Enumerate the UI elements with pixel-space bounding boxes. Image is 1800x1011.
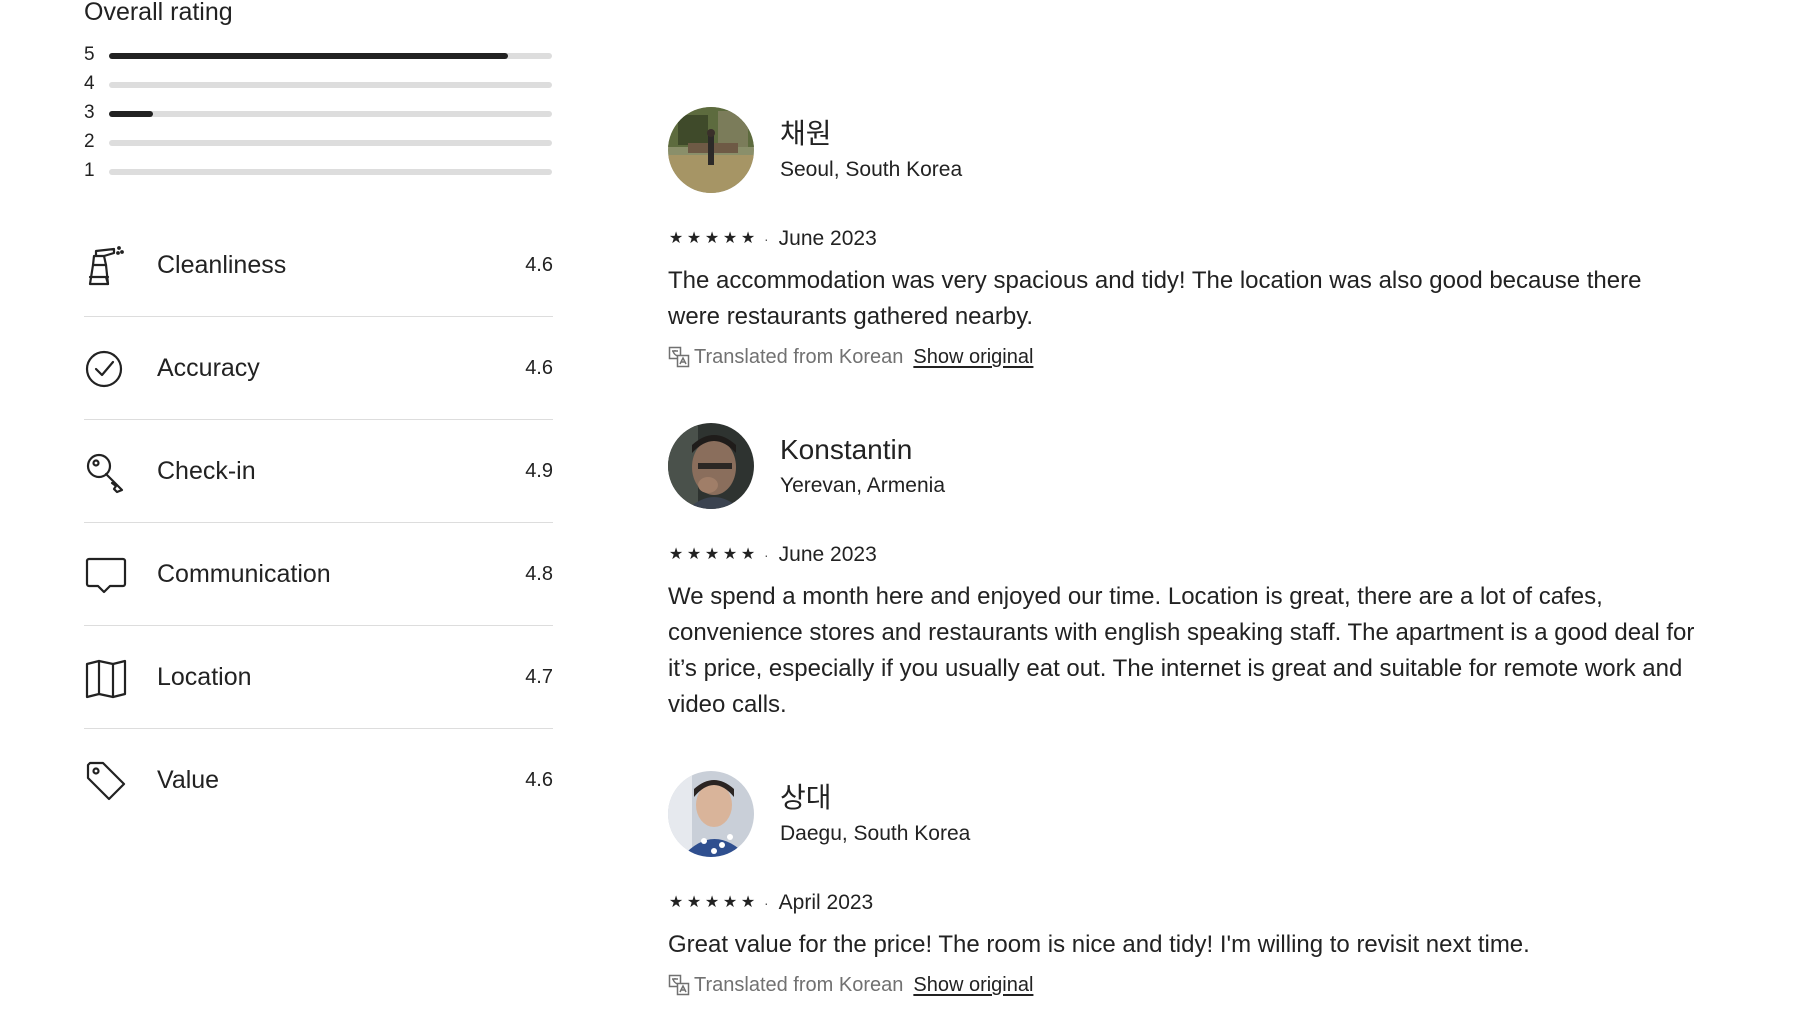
star-icon: ★ (686, 230, 702, 247)
review-text: We spend a month here and enjoyed our ti… (668, 583, 1695, 718)
star-rating: ★ ★ ★ ★ ★ (668, 895, 756, 911)
separator-dot: · (764, 895, 769, 911)
star-icon: ★ (704, 546, 720, 563)
rating-bar-track (109, 53, 552, 59)
check-circle-icon (84, 347, 128, 391)
reviewer-name: 채원 (780, 118, 832, 149)
star-icon: ★ (668, 230, 684, 247)
separator-dot: · (764, 231, 769, 247)
translate-icon (668, 346, 690, 368)
rating-row-label: 3 (84, 102, 95, 123)
translation-note: Translated from Korean Show original (668, 345, 1718, 369)
star-icon: ★ (686, 546, 702, 563)
rating-bar-track (109, 111, 552, 117)
spray-bottle-icon (84, 244, 128, 288)
category-score: 4.6 (525, 254, 553, 276)
review-date: April 2023 (778, 891, 874, 914)
review-card: 상대 Daegu, South Korea ★ ★ ★ ★ ★ · April 2023… (668, 771, 1718, 1011)
review-text: The accommodation was very spacious and … (668, 267, 1642, 330)
category-row-accuracy: Accuracy 4.6 (84, 317, 553, 420)
translation-note: Translated from Korean Show original (668, 973, 1718, 997)
category-label: Value (157, 766, 220, 794)
rating-row-label: 5 (84, 44, 95, 65)
map-icon (84, 656, 128, 700)
rating-row-5: 5 (84, 42, 553, 71)
category-label: Accuracy (157, 354, 260, 382)
category-label: Location (157, 663, 252, 691)
category-score: 4.7 (525, 666, 553, 688)
review-header: 상대 Daegu, South Korea (668, 771, 1718, 857)
review-meta: ★ ★ ★ ★ ★ · June 2023 (668, 227, 1718, 251)
star-icon: ★ (704, 894, 720, 911)
category-score: 4.6 (525, 769, 553, 791)
review-meta: ★ ★ ★ ★ ★ · June 2023 (668, 543, 1718, 567)
rating-row-4: 4 (84, 71, 553, 100)
star-icon: ★ (686, 894, 702, 911)
review-meta: ★ ★ ★ ★ ★ · April 2023 (668, 891, 1718, 915)
star-rating: ★ ★ ★ ★ ★ (668, 547, 756, 563)
translate-icon (668, 974, 690, 996)
rating-bar-fill (109, 53, 508, 59)
key-icon (84, 450, 128, 494)
review-date: June 2023 (778, 543, 877, 566)
translated-from-label: Translated from Korean (694, 974, 904, 996)
category-row-value: Value 4.6 (84, 729, 553, 832)
review-date: June 2023 (778, 227, 877, 250)
category-score: 4.6 (525, 357, 553, 379)
star-icon: ★ (740, 546, 756, 563)
reviewer-name: Konstantin (780, 434, 913, 465)
rating-distribution: 5 4 3 2 1 (84, 42, 553, 187)
rating-bar-track (109, 140, 552, 146)
reviewer-name: 상대 (780, 782, 832, 813)
rating-bar-fill (109, 111, 154, 117)
review-list: 채원 Seoul, South Korea ★ ★ ★ ★ ★ · June 2023 … (668, 107, 1718, 1011)
review-card: Konstantin Yerevan, Armenia ★ ★ ★ ★ ★ · June… (668, 423, 1718, 771)
tag-icon (84, 759, 128, 803)
category-label: Check-in (157, 457, 256, 485)
reviewer-location: Daegu, South Korea (780, 822, 971, 845)
show-original-link[interactable]: Show original (913, 345, 1033, 369)
star-icon: ★ (722, 546, 738, 563)
category-score: 4.9 (525, 460, 553, 482)
rating-bar-track (109, 169, 552, 175)
chat-bubble-icon (84, 553, 128, 597)
overall-rating-title: Overall rating (84, 0, 233, 26)
star-icon: ★ (722, 894, 738, 911)
rating-row-3: 3 (84, 100, 553, 129)
category-label: Cleanliness (157, 251, 287, 279)
avatar[interactable] (668, 771, 754, 857)
rating-bar-track (109, 82, 552, 88)
star-icon: ★ (668, 894, 684, 911)
star-rating: ★ ★ ★ ★ ★ (668, 231, 756, 247)
rating-row-1: 1 (84, 158, 553, 187)
show-original-link[interactable]: Show original (913, 973, 1033, 997)
rating-row-2: 2 (84, 129, 553, 158)
star-icon: ★ (704, 230, 720, 247)
separator-dot: · (764, 547, 769, 563)
category-row-cleanliness: Cleanliness 4.6 (84, 214, 553, 317)
star-icon: ★ (740, 230, 756, 247)
review-header: Konstantin Yerevan, Armenia (668, 423, 1718, 509)
review-text: Great value for the price! The room is n… (668, 931, 1530, 958)
category-row-location: Location 4.7 (84, 626, 553, 729)
star-icon: ★ (722, 230, 738, 247)
review-header: 채원 Seoul, South Korea (668, 107, 1718, 193)
rating-row-label: 1 (84, 160, 95, 181)
category-label: Communication (157, 560, 331, 588)
avatar[interactable] (668, 107, 754, 193)
avatar[interactable] (668, 423, 754, 509)
translated-from-label: Translated from Korean (694, 346, 904, 368)
category-ratings: Cleanliness 4.6 Accuracy 4.6 Check-in 4.… (84, 214, 553, 832)
reviewer-location: Seoul, South Korea (780, 158, 963, 181)
star-icon: ★ (740, 894, 756, 911)
rating-row-label: 2 (84, 131, 95, 152)
rating-row-label: 4 (84, 73, 95, 94)
category-score: 4.8 (525, 563, 553, 585)
star-icon: ★ (668, 546, 684, 563)
review-card: 채원 Seoul, South Korea ★ ★ ★ ★ ★ · June 2023 … (668, 107, 1718, 423)
reviewer-location: Yerevan, Armenia (780, 474, 945, 497)
category-row-communication: Communication 4.8 (84, 523, 553, 626)
category-row-check-in: Check-in 4.9 (84, 420, 553, 523)
